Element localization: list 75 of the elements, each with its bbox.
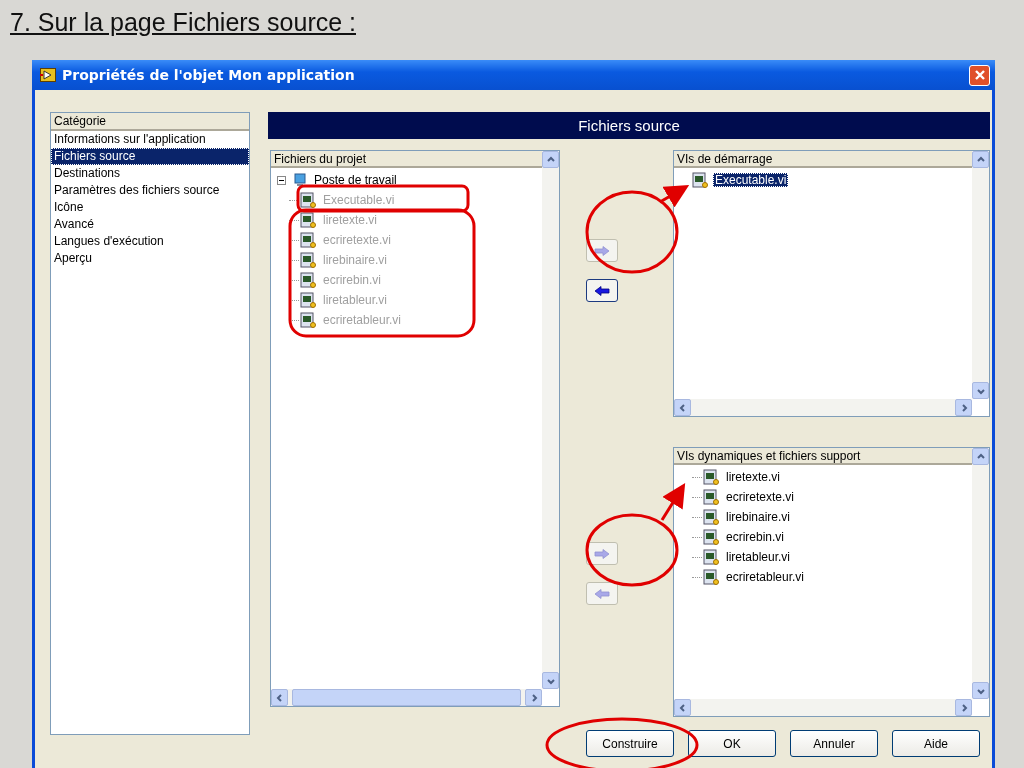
category-item[interactable]: Langues d'exécution	[51, 233, 249, 250]
list-item[interactable]: liretableur.vi	[724, 550, 793, 564]
chevron-left-icon	[677, 402, 688, 413]
list-header: VIs de démarrage	[674, 151, 972, 168]
scroll-left-button[interactable]	[271, 689, 288, 706]
dialog-button[interactable]: Aide	[892, 730, 980, 757]
left-arrow-icon	[594, 285, 610, 296]
category-item[interactable]: Icône	[51, 199, 249, 216]
section-title: Fichiers source	[268, 112, 990, 139]
collapse-icon[interactable]	[277, 175, 286, 185]
category-item[interactable]: Destinations	[51, 165, 249, 182]
scroll-right-button[interactable]	[955, 399, 972, 416]
vi-file-icon	[703, 569, 719, 585]
category-item[interactable]: Avancé	[51, 216, 249, 233]
dialog-button[interactable]: Construire	[586, 730, 674, 757]
vi-file-icon	[300, 252, 316, 268]
vi-file-icon	[300, 232, 316, 248]
list-item[interactable]: ecriretableur.vi	[724, 570, 807, 584]
vertical-scrollbar[interactable]	[542, 151, 559, 689]
dialog-button[interactable]: Annuler	[790, 730, 878, 757]
scroll-up-button[interactable]	[972, 151, 989, 168]
scroll-right-button[interactable]	[525, 689, 542, 706]
category-item[interactable]: Aperçu	[51, 250, 249, 267]
left-arrow-icon	[594, 588, 610, 599]
list-item[interactable]: ecriretexte.vi	[724, 490, 797, 504]
list-header: VIs dynamiques et fichiers support	[674, 448, 972, 465]
vi-file-icon	[300, 272, 316, 288]
scroll-down-button[interactable]	[972, 382, 989, 399]
category-item[interactable]: Informations sur l'application	[51, 131, 249, 148]
horizontal-scrollbar[interactable]	[674, 699, 972, 716]
vertical-scrollbar[interactable]	[972, 448, 989, 699]
list-header: Fichiers du projet	[271, 151, 542, 168]
close-button[interactable]	[969, 64, 990, 86]
slide-title: 7. Sur la page Fichiers source :	[10, 8, 356, 37]
horizontal-scrollbar[interactable]	[674, 399, 972, 416]
scroll-up-button[interactable]	[972, 448, 989, 465]
list-header: Catégorie	[51, 113, 249, 131]
scroll-left-button[interactable]	[674, 399, 691, 416]
scroll-up-button[interactable]	[542, 151, 559, 168]
scroll-down-button[interactable]	[542, 672, 559, 689]
scroll-down-button[interactable]	[972, 682, 989, 699]
list-item[interactable]: Executable.vi	[713, 173, 789, 187]
horizontal-scrollbar[interactable]	[271, 689, 542, 706]
app-icon	[40, 68, 56, 82]
annotation-arrow	[659, 185, 690, 208]
vi-file-icon	[703, 509, 719, 525]
list-item[interactable]: lirebinaire.vi	[724, 510, 793, 524]
remove-button[interactable]	[586, 279, 618, 302]
vertical-scrollbar[interactable]	[972, 151, 989, 399]
list-item[interactable]: liretexte.vi	[724, 470, 783, 484]
right-arrow-icon	[594, 548, 610, 559]
vi-file-icon	[703, 549, 719, 565]
chevron-left-icon	[677, 702, 688, 713]
vi-file-icon	[692, 172, 708, 188]
list-item[interactable]: ecrirebin.vi	[724, 530, 787, 544]
scroll-right-button[interactable]	[955, 699, 972, 716]
computer-icon	[293, 173, 307, 187]
chevron-left-icon	[274, 692, 285, 703]
dialog-button[interactable]: OK	[688, 730, 776, 757]
vi-file-icon	[703, 529, 719, 545]
right-arrow-icon	[594, 245, 610, 256]
scroll-thumb[interactable]	[292, 689, 521, 706]
vi-file-icon	[300, 292, 316, 308]
category-item[interactable]: Fichiers source	[51, 148, 249, 165]
annotation-arrow	[660, 482, 686, 521]
vi-file-icon	[703, 489, 719, 505]
vi-file-icon	[300, 312, 316, 328]
tree-item[interactable]: Poste de travail	[312, 173, 399, 187]
vi-file-icon	[300, 212, 316, 228]
vi-file-icon	[300, 192, 316, 208]
close-icon	[973, 69, 986, 81]
vi-file-icon	[703, 469, 719, 485]
category-item[interactable]: Paramètres des fichiers source	[51, 182, 249, 199]
window-title: Propriétés de l'objet Mon application	[62, 67, 356, 83]
scroll-left-button[interactable]	[674, 699, 691, 716]
